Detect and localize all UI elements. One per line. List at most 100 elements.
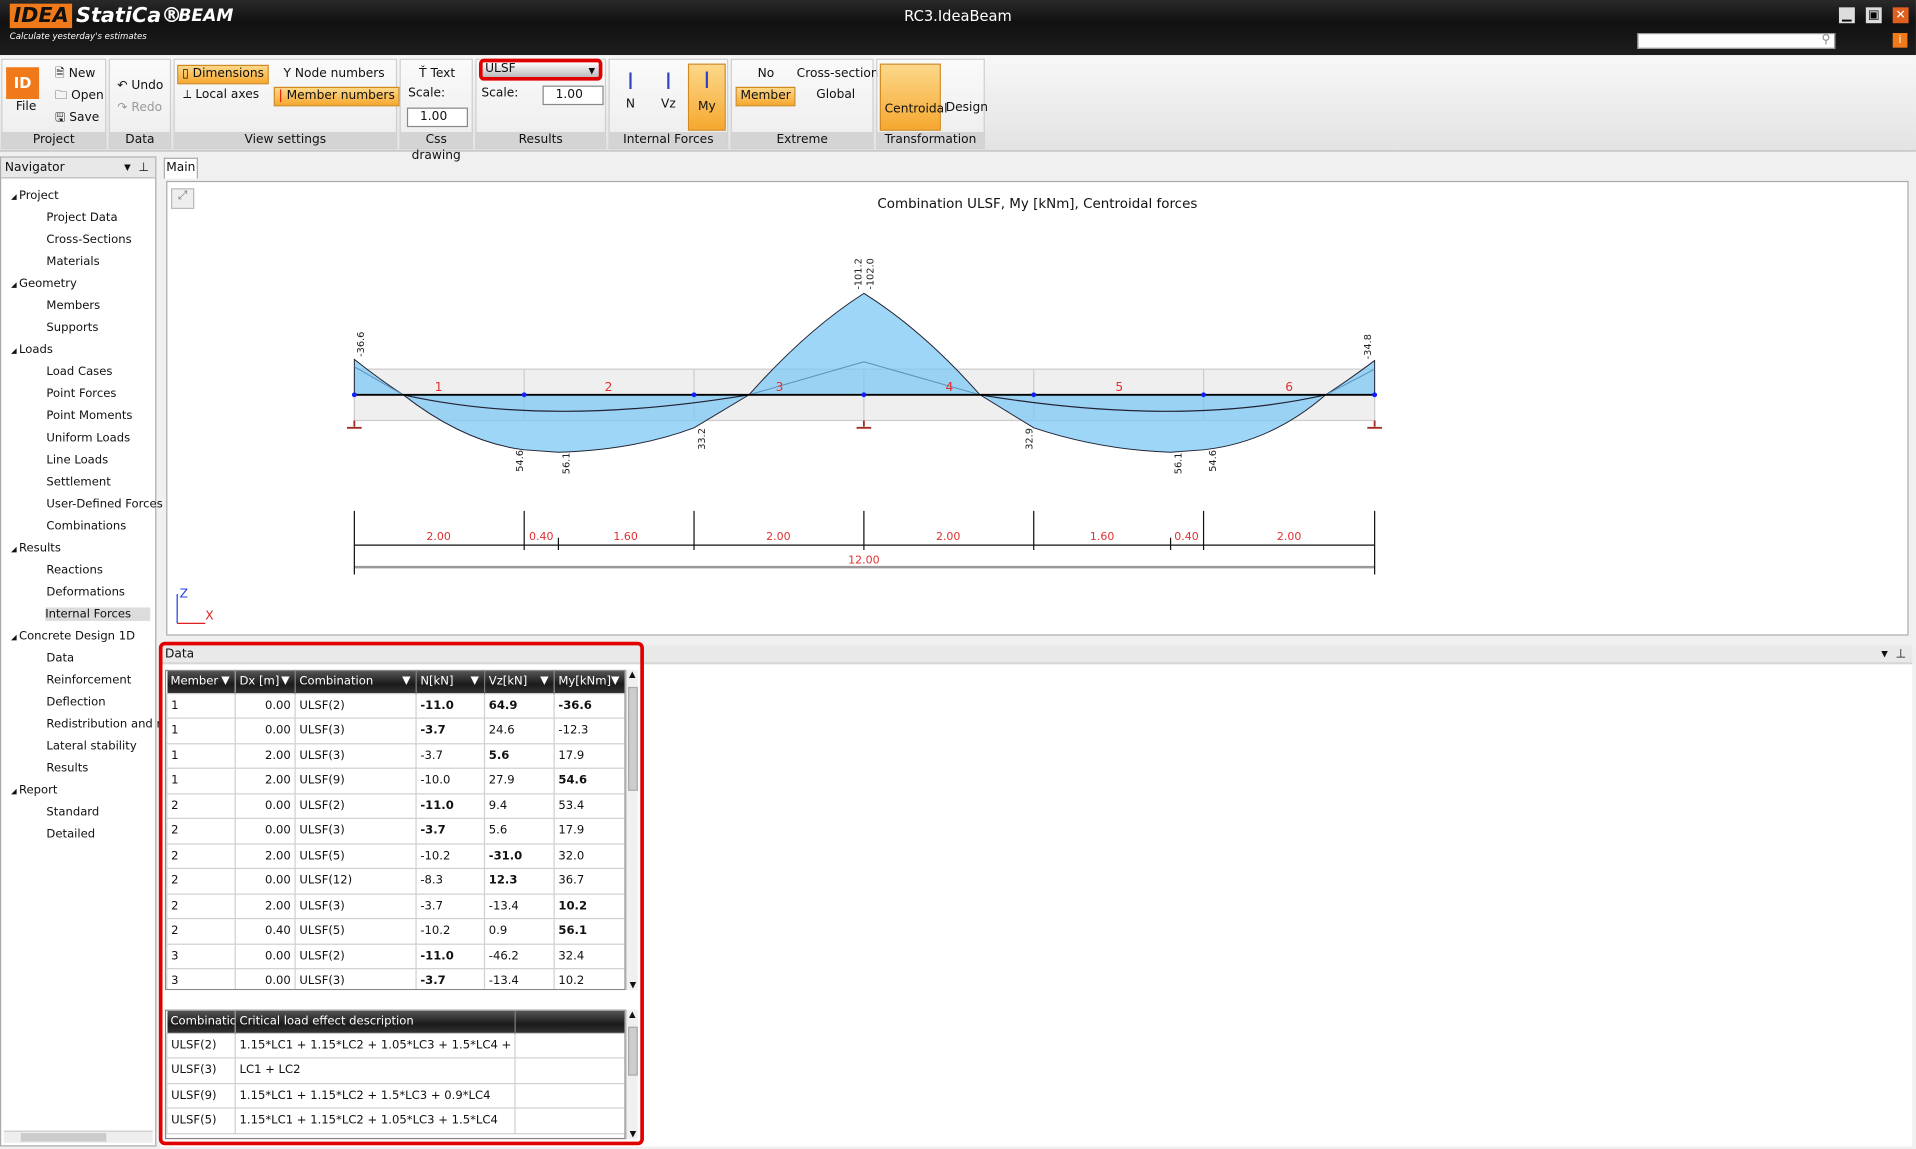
nav-item[interactable]: Results xyxy=(46,761,88,774)
file-icon[interactable]: ID xyxy=(6,67,40,100)
nav-item[interactable]: ◢ Report xyxy=(11,783,57,796)
expand-icon[interactable]: ◢ xyxy=(11,193,19,202)
centroidal-button[interactable]: Centroidal xyxy=(879,63,948,131)
table-row[interactable]: 2 2.00 ULSF(5) -10.2 -31.0 32.0 xyxy=(166,842,625,870)
tab-main[interactable]: Main xyxy=(163,157,198,179)
text-toggle[interactable]: Ť Text xyxy=(415,66,458,83)
filter-icon[interactable]: ▼ xyxy=(221,675,229,687)
nav-item[interactable]: Settlement xyxy=(46,475,110,488)
nav-item[interactable]: ◢ Project xyxy=(11,189,59,202)
filter-icon[interactable]: ▼ xyxy=(611,675,619,687)
info-icon[interactable]: i xyxy=(1892,33,1908,48)
extreme-no[interactable]: No xyxy=(754,66,778,83)
extreme-member[interactable]: Member xyxy=(735,86,796,107)
results-table-scrollbar[interactable]: ▲ ▼ xyxy=(625,669,639,991)
open-button[interactable]: 🗀 Open xyxy=(51,88,107,105)
scrollbar-thumb[interactable] xyxy=(628,1026,638,1076)
extreme-global[interactable]: Global xyxy=(813,87,859,104)
expand-icon[interactable]: ◢ xyxy=(11,633,19,642)
column-header[interactable] xyxy=(515,1010,625,1033)
table-row[interactable]: 2 0.00 ULSF(3) -3.7 5.6 17.9 xyxy=(166,817,625,844)
extreme-cross-section[interactable]: Cross-section xyxy=(793,66,882,83)
nav-item[interactable]: Line Loads xyxy=(46,453,108,466)
nav-item[interactable]: Reactions xyxy=(46,563,102,576)
nav-item[interactable]: Deflection xyxy=(46,695,105,708)
nav-item[interactable]: Materials xyxy=(46,255,99,268)
nav-item[interactable]: Load Cases xyxy=(46,365,112,378)
nav-item[interactable]: Standard xyxy=(46,805,99,818)
table-row[interactable]: ULSF(2) 1.15*LC1 + 1.15*LC2 + 1.05*LC3 + … xyxy=(166,1032,625,1059)
chevron-down-icon[interactable]: ▼ xyxy=(124,158,131,179)
table-row[interactable]: ULSF(5) 1.15*LC1 + 1.15*LC2 + 1.05*LC3 + … xyxy=(166,1107,625,1134)
table-row[interactable]: 1 0.00 ULSF(2) -11.0 64.9 -36.6 xyxy=(166,692,625,719)
scroll-up-icon[interactable]: ▲ xyxy=(627,1010,638,1020)
dimensions-toggle[interactable]: ▯ Dimensions xyxy=(177,64,269,85)
expand-icon[interactable]: ◢ xyxy=(11,545,19,554)
nav-item[interactable]: ◢ Geometry xyxy=(11,277,77,290)
scroll-down-icon[interactable]: ▼ xyxy=(627,1129,639,1139)
filter-icon[interactable]: ▼ xyxy=(402,675,410,687)
search-input[interactable]: ⚲ xyxy=(1637,33,1836,49)
nav-item[interactable]: Members xyxy=(46,299,100,312)
nav-item[interactable]: Redistribution and r xyxy=(46,717,161,730)
table-row[interactable]: 1 0.00 ULSF(3) -3.7 24.6 -12.3 xyxy=(166,717,625,744)
filter-icon[interactable]: ▼ xyxy=(540,675,548,687)
nav-item[interactable]: Deformations xyxy=(46,585,125,598)
nav-item[interactable]: Combinations xyxy=(46,519,126,532)
filter-icon[interactable]: ▼ xyxy=(471,675,479,687)
scroll-up-icon[interactable]: ▲ xyxy=(627,670,638,680)
scroll-down-icon[interactable]: ▼ xyxy=(627,980,639,990)
chevron-down-icon[interactable]: ▼ xyxy=(1881,645,1888,663)
combination-dropdown[interactable]: ULSF ▼ xyxy=(478,58,603,81)
table-row[interactable]: 1 2.00 ULSF(3) -3.7 5.6 17.9 xyxy=(166,742,625,769)
nav-item[interactable]: Data xyxy=(46,651,74,664)
nav-item[interactable]: Cross-Sections xyxy=(46,233,131,246)
nav-item[interactable]: Internal Forces xyxy=(45,607,151,621)
column-header[interactable]: Dx [m] ▼ xyxy=(235,671,296,694)
pin-icon[interactable]: ⊥ xyxy=(138,158,149,179)
table-row[interactable]: 3 0.00 ULSF(2) -11.0 -46.2 32.4 xyxy=(166,943,625,970)
column-header[interactable]: Critical load effect description xyxy=(235,1010,516,1033)
my-button[interactable]: Ⅰ My xyxy=(687,63,726,131)
nav-item[interactable]: Lateral stability xyxy=(46,739,136,752)
redo-button[interactable]: ↷ Redo xyxy=(114,100,166,117)
scrollbar-thumb[interactable] xyxy=(628,686,638,791)
nav-item[interactable]: ◢ Results xyxy=(11,541,61,554)
combination-table-scrollbar[interactable]: ▲ ▼ xyxy=(625,1009,639,1140)
column-header[interactable]: Combination xyxy=(166,1010,236,1033)
nav-item[interactable]: Detailed xyxy=(46,827,95,840)
expand-icon[interactable]: ◢ xyxy=(11,347,19,356)
table-row[interactable]: 2 0.00 ULSF(2) -11.0 9.4 53.4 xyxy=(166,792,625,819)
nav-item[interactable]: Uniform Loads xyxy=(46,431,130,444)
scrollbar-thumb[interactable] xyxy=(20,1133,107,1142)
results-scale-spinner[interactable]: 1.00 xyxy=(542,85,604,106)
new-button[interactable]: 🗎 New xyxy=(51,66,99,83)
nav-item[interactable]: Point Moments xyxy=(46,409,132,422)
nav-item[interactable]: Project Data xyxy=(46,211,117,224)
table-row[interactable]: ULSF(3) LC1 + LC2 xyxy=(166,1057,625,1084)
expand-icon[interactable]: ◢ xyxy=(11,281,19,290)
undo-button[interactable]: ↶ Undo xyxy=(114,78,167,95)
minimize-button[interactable]: ▁ xyxy=(1838,7,1855,24)
table-row[interactable]: 2 0.40 ULSF(5) -10.2 0.9 56.1 xyxy=(166,917,625,945)
file-button[interactable]: File xyxy=(12,99,40,116)
pin-icon[interactable]: ⊥ xyxy=(1896,645,1907,663)
filter-icon[interactable]: ▼ xyxy=(281,675,289,687)
maximize-button[interactable]: ▣ xyxy=(1865,7,1882,24)
horizontal-scrollbar[interactable] xyxy=(3,1130,153,1143)
nav-item[interactable]: ◢ Concrete Design 1D xyxy=(11,629,135,642)
column-header[interactable]: Vz[kN] ▼ xyxy=(484,671,555,694)
local-axes-toggle[interactable]: ⟂ Local axes xyxy=(180,87,263,104)
nav-item[interactable]: ◢ Loads xyxy=(11,343,53,356)
member-numbers-toggle[interactable]: | Member numbers xyxy=(273,86,400,107)
table-row[interactable]: 1 2.00 ULSF(9) -10.0 27.9 54.6 xyxy=(166,767,625,794)
n-button[interactable]: ⅠN xyxy=(615,70,647,125)
nav-item[interactable]: Point Forces xyxy=(46,387,116,400)
column-header[interactable]: Member ▼ xyxy=(166,671,236,694)
table-row[interactable]: 2 0.00 ULSF(12) -8.3 12.3 36.7 xyxy=(166,867,625,895)
expand-icon[interactable]: ◢ xyxy=(11,787,19,796)
nav-item[interactable]: Supports xyxy=(46,321,98,334)
table-row[interactable]: ULSF(9) 1.15*LC1 + 1.15*LC2 + 1.5*LC3 + 0… xyxy=(166,1082,625,1109)
nav-item[interactable]: Reinforcement xyxy=(46,673,131,686)
column-header[interactable]: N[kN] ▼ xyxy=(416,671,486,694)
